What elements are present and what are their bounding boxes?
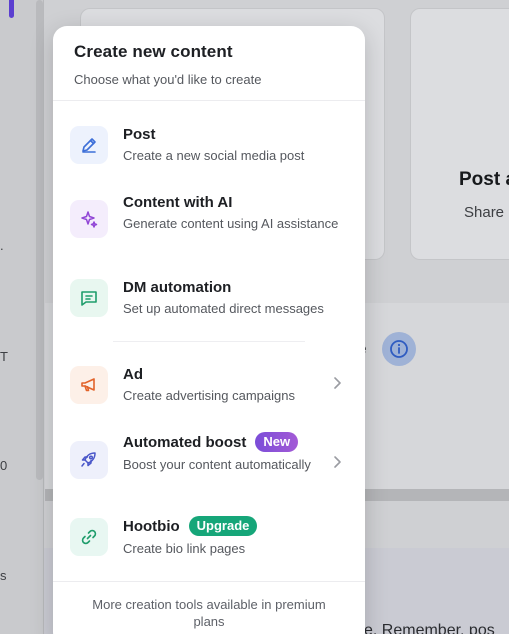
sidebar-text-fragment: s xyxy=(0,568,7,583)
background-bottom-text: e. Remember, pos xyxy=(364,622,495,634)
background-card-title: Post a xyxy=(459,169,509,190)
menu-item-label: Hootbio xyxy=(123,517,180,535)
sidebar-active-indicator xyxy=(9,0,14,18)
menu-item-label: Ad xyxy=(123,366,143,383)
link-icon xyxy=(70,518,108,556)
sidebar-text-fragment: . xyxy=(0,238,4,253)
megaphone-icon xyxy=(70,366,108,404)
upgrade-badge: Upgrade xyxy=(188,516,258,536)
popup-header: Create new content Choose what you'd lik… xyxy=(53,26,365,101)
menu-item-description: Set up automated direct messages xyxy=(123,301,324,316)
sidebar-text-fragment: T xyxy=(0,349,8,364)
menu-item-ad[interactable]: Ad Create advertising campaigns xyxy=(53,362,365,422)
menu-item-label: Content with AI xyxy=(123,194,233,211)
background-sidebar: . T 0 s xyxy=(0,0,44,634)
menu-item-description: Boost your content automatically xyxy=(123,457,311,472)
menu-item-content-with-ai[interactable]: Content with AI Generate content using A… xyxy=(53,190,365,260)
menu-item-dm-automation[interactable]: DM automation Set up automated direct me… xyxy=(53,275,365,335)
menu-item-post[interactable]: Post Create a new social media post xyxy=(53,122,365,182)
pencil-icon xyxy=(70,126,108,164)
menu-item-description: Create bio link pages xyxy=(123,541,246,556)
sidebar-scrollbar xyxy=(36,0,43,480)
rocket-icon xyxy=(70,441,108,479)
menu-item-label: Automated boost xyxy=(123,433,247,451)
new-badge: New xyxy=(255,432,299,452)
menu-divider xyxy=(113,341,305,342)
chevron-right-icon xyxy=(333,455,343,474)
popup-subtitle: Choose what you'd like to create xyxy=(74,72,262,87)
menu-item-description: Create advertising campaigns xyxy=(123,388,295,403)
create-content-popup: Create new content Choose what you'd lik… xyxy=(53,26,365,634)
background-card-post: Post a Share xyxy=(410,8,509,260)
menu-item-description: Generate content using AI assistance xyxy=(123,216,339,231)
sparkles-icon xyxy=(70,200,108,238)
menu-item-label: Post xyxy=(123,126,156,143)
chevron-right-icon xyxy=(333,376,343,395)
menu-item-label: DM automation xyxy=(123,279,232,296)
message-icon xyxy=(70,279,108,317)
background-card-subtitle: Share xyxy=(464,204,505,221)
popup-footer-note: More creation tools available in premium… xyxy=(53,581,365,630)
menu-item-description: Create a new social media post xyxy=(123,148,305,163)
menu-item-automated-boost[interactable]: Automated boost New Boost your content a… xyxy=(53,430,365,500)
sidebar-text-fragment: 0 xyxy=(0,458,8,473)
menu-item-hootbio[interactable]: Hootbio Upgrade Create bio link pages xyxy=(53,514,365,574)
popup-title: Create new content xyxy=(74,42,233,61)
info-icon xyxy=(382,332,416,366)
